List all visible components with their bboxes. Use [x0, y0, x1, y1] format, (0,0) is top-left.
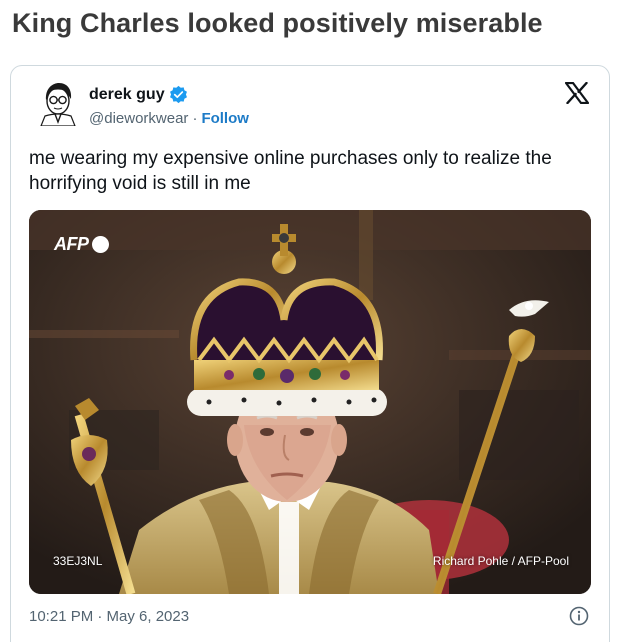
agency-watermark: AFP [54, 234, 109, 255]
article-headline: King Charles looked positively miserable [12, 8, 543, 38]
agency-logo-text: AFP [54, 234, 89, 254]
separator-dot: · [192, 110, 198, 127]
follow-button[interactable]: Follow [201, 110, 249, 127]
author-handle[interactable]: @dieworkwear [89, 110, 188, 127]
x-logo-icon[interactable] [565, 82, 589, 104]
tweet-text: me wearing my expensive online purchases… [29, 148, 552, 194]
photo-id: 33EJ3NL [53, 554, 103, 568]
author-name-row: derek guy [89, 85, 188, 104]
avatar[interactable] [37, 80, 79, 126]
info-icon[interactable] [569, 606, 589, 626]
tweet-photo[interactable]: AFP 33EJ3NL Richard Pohle / AFP-Pool [29, 210, 591, 594]
agency-logo-circle-icon [91, 236, 109, 253]
author-handle-row: @dieworkwear · Follow [89, 110, 249, 127]
photo-credit: Richard Pohle / AFP-Pool [432, 554, 569, 568]
author-display-name[interactable]: derek guy [89, 86, 165, 104]
verified-badge-icon [169, 85, 187, 104]
embedded-tweet-card[interactable]: derek guy @dieworkwear · Follow me weari… [10, 65, 610, 642]
tweet-timestamp[interactable]: 10:21 PM · May 6, 2023 [29, 608, 189, 625]
coronation-photo-illustration [29, 210, 591, 594]
